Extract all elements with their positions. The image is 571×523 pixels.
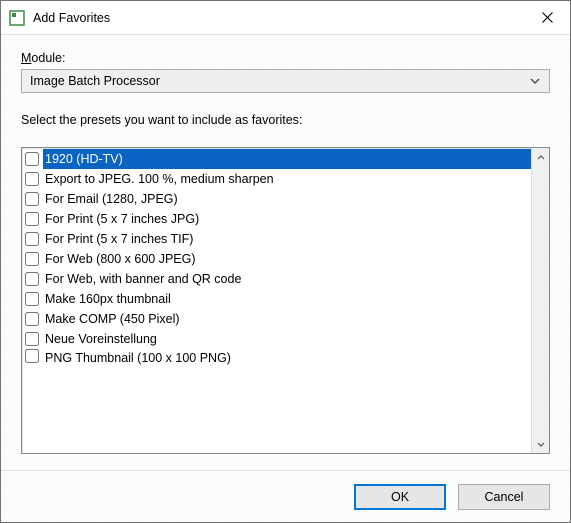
preset-label: Export to JPEG. 100 %, medium sharpen [43, 169, 531, 189]
preset-checkbox[interactable] [25, 349, 39, 363]
preset-checkbox[interactable] [25, 292, 39, 306]
preset-label: For Email (1280, JPEG) [43, 189, 531, 209]
scrollbar-vertical[interactable] [531, 148, 549, 453]
preset-checkbox[interactable] [25, 252, 39, 266]
preset-row[interactable]: For Web (800 x 600 JPEG) [23, 249, 531, 269]
ok-button[interactable]: OK [354, 484, 446, 510]
dialog-body: Module: Image Batch Processor Select the… [1, 35, 570, 470]
titlebar: Add Favorites [1, 1, 570, 35]
module-combobox[interactable]: Image Batch Processor [21, 69, 550, 93]
module-combobox-value: Image Batch Processor [30, 74, 527, 88]
preset-listbox: 1920 (HD-TV)Export to JPEG. 100 %, mediu… [21, 147, 550, 454]
module-label: Module: [21, 51, 550, 65]
scroll-down-icon[interactable] [532, 435, 549, 453]
preset-list[interactable]: 1920 (HD-TV)Export to JPEG. 100 %, mediu… [22, 148, 531, 453]
close-button[interactable] [524, 2, 570, 34]
app-icon [9, 10, 25, 26]
preset-checkbox[interactable] [25, 232, 39, 246]
preset-label: Make COMP (450 Pixel) [43, 309, 531, 329]
preset-checkbox[interactable] [25, 212, 39, 226]
preset-row[interactable]: Make 160px thumbnail [23, 289, 531, 309]
preset-checkbox[interactable] [25, 192, 39, 206]
preset-label: PNG Thumbnail (100 x 100 PNG) [43, 349, 531, 366]
preset-checkbox[interactable] [25, 152, 39, 166]
scroll-up-icon[interactable] [532, 148, 549, 166]
preset-row[interactable]: PNG Thumbnail (100 x 100 PNG) [23, 349, 531, 366]
preset-checkbox[interactable] [25, 312, 39, 326]
preset-row[interactable]: Neue Voreinstellung [23, 329, 531, 349]
preset-row[interactable]: 1920 (HD-TV) [23, 149, 531, 169]
preset-label: Make 160px thumbnail [43, 289, 531, 309]
instruction-label: Select the presets you want to include a… [21, 113, 550, 127]
preset-label: For Web (800 x 600 JPEG) [43, 249, 531, 269]
dialog-window: Add Favorites Module: Image Batch Proces… [0, 0, 571, 523]
preset-row[interactable]: For Print (5 x 7 inches JPG) [23, 209, 531, 229]
button-row: OK Cancel [1, 470, 570, 522]
preset-row[interactable]: Make COMP (450 Pixel) [23, 309, 531, 329]
cancel-button[interactable]: Cancel [458, 484, 550, 510]
preset-label: 1920 (HD-TV) [43, 149, 531, 169]
preset-checkbox[interactable] [25, 172, 39, 186]
preset-row[interactable]: For Web, with banner and QR code [23, 269, 531, 289]
preset-label: For Print (5 x 7 inches TIF) [43, 229, 531, 249]
preset-label: Neue Voreinstellung [43, 329, 531, 349]
preset-label: For Web, with banner and QR code [43, 269, 531, 289]
preset-label: For Print (5 x 7 inches JPG) [43, 209, 531, 229]
preset-row[interactable]: For Email (1280, JPEG) [23, 189, 531, 209]
chevron-down-icon [527, 73, 543, 89]
dialog-title: Add Favorites [33, 11, 524, 25]
preset-row[interactable]: Export to JPEG. 100 %, medium sharpen [23, 169, 531, 189]
preset-checkbox[interactable] [25, 332, 39, 346]
preset-checkbox[interactable] [25, 272, 39, 286]
preset-row[interactable]: For Print (5 x 7 inches TIF) [23, 229, 531, 249]
